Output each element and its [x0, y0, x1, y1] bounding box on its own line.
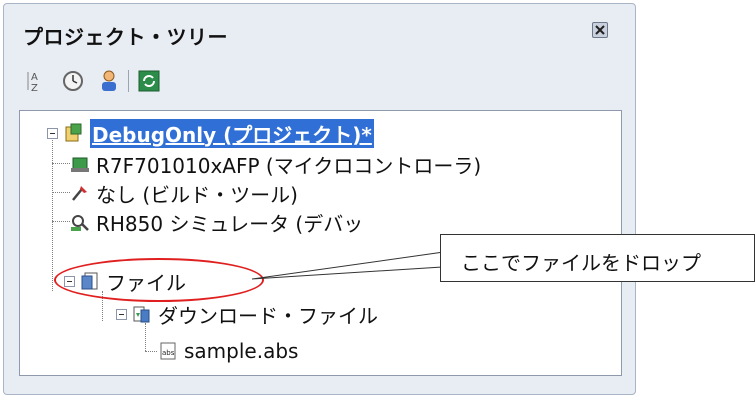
expander-project[interactable] [47, 128, 58, 139]
refresh-button[interactable] [136, 68, 162, 94]
tree-connector [52, 192, 70, 193]
tree-item-microcontroller[interactable]: R7F701010xAFP (マイクロコントローラ) [70, 149, 481, 179]
tree-item-debug-tool[interactable]: RH850 シミュレータ (デバッ [70, 207, 363, 237]
svg-text:A: A [31, 72, 38, 83]
panel-title: プロジェクト・ツリー [23, 25, 228, 49]
tree-item-build-tool[interactable]: なし (ビルド・ツール) [70, 178, 298, 208]
tree-item-label: RH850 シミュレータ (デバッ [96, 211, 364, 236]
build-tool-icon [72, 186, 87, 201]
tree-connector [52, 163, 70, 164]
tree-item-project[interactable]: DebugOnly (プロジェクト)* [64, 118, 374, 148]
tree-connector [52, 221, 70, 222]
drop-callout: ここでファイルをドロップ [440, 234, 755, 282]
project-tree-panel: プロジェクト・ツリー A Z DebugOnly (プロジェクト)* R7F70… [3, 3, 636, 395]
tree-item-label: なし (ビルド・ツール) [96, 182, 298, 207]
highlight-ellipse [54, 258, 264, 302]
history-button[interactable] [60, 68, 86, 94]
tree-item-label: DebugOnly (プロジェクト)* [90, 118, 374, 148]
expander-download-files[interactable] [116, 309, 127, 320]
clock-icon [63, 71, 83, 91]
microcontroller-icon [71, 157, 89, 172]
toolbar: A Z [24, 64, 324, 98]
debug-tool-icon [71, 215, 89, 231]
tree-item-label: ダウンロード・ファイル [158, 303, 378, 328]
tree-connector [52, 133, 53, 291]
close-button[interactable] [592, 22, 608, 38]
abs-file-icon: abs [160, 342, 176, 360]
tree-item-label: R7F701010xAFP (マイクロコントローラ) [96, 153, 482, 178]
user-button[interactable] [96, 68, 122, 94]
svg-text:abs: abs [162, 349, 175, 357]
tree-connector [145, 351, 157, 352]
tree-item-sample-abs[interactable]: abs sample.abs [158, 336, 298, 366]
toolbar-separator [128, 70, 129, 92]
project-icon [65, 123, 82, 142]
tree-item-download-files[interactable]: ダウンロード・ファイル [132, 299, 378, 329]
sort-button[interactable]: A Z [24, 68, 50, 94]
download-file-icon [133, 306, 150, 323]
callout-text: ここでファイルをドロップ [461, 251, 701, 275]
close-icon [595, 25, 605, 35]
sort-icon: A Z [27, 72, 38, 94]
svg-text:Z: Z [31, 83, 38, 94]
person-icon [102, 70, 116, 91]
tree-item-label: sample.abs [184, 339, 299, 363]
refresh-icon [138, 70, 160, 92]
panel-titlebar: プロジェクト・ツリー [4, 4, 635, 62]
